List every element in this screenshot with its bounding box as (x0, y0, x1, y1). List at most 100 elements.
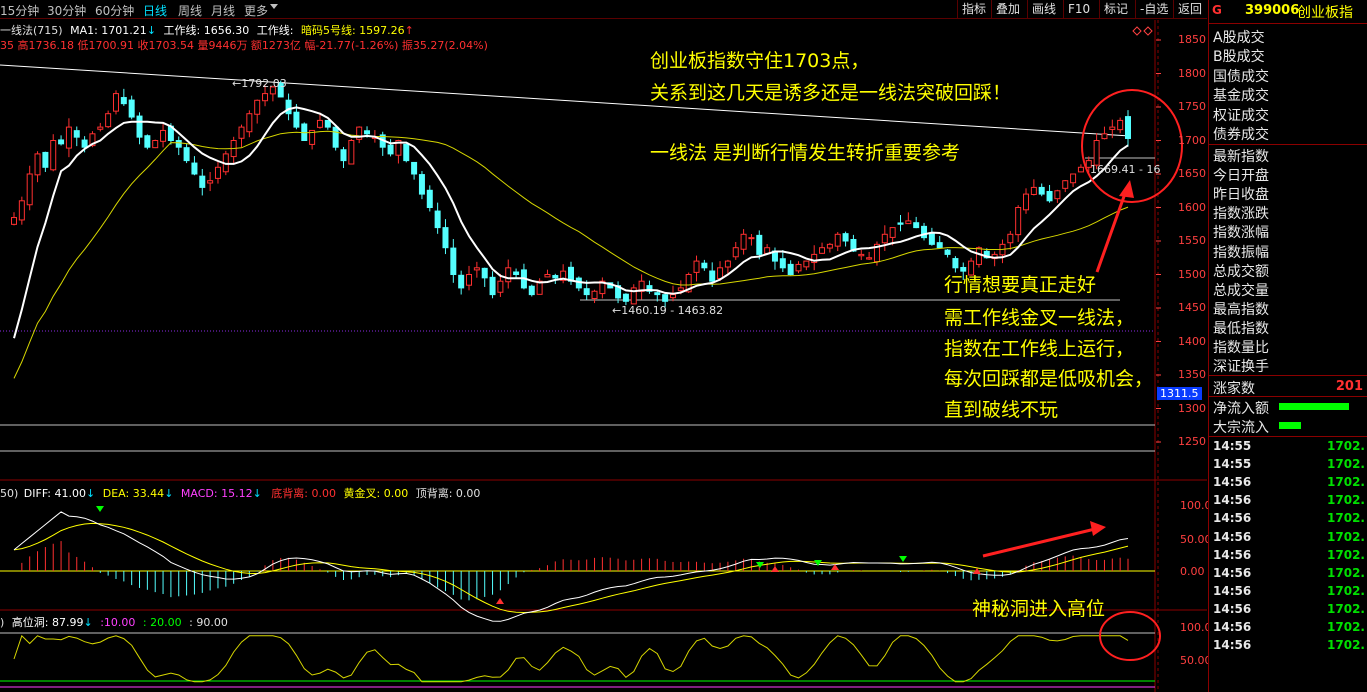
candle-body (105, 113, 112, 128)
candle-body (316, 119, 323, 128)
arrow-down-icon (96, 506, 104, 512)
candle-body (418, 174, 425, 195)
macd-tick-label: 0.00 (1180, 565, 1205, 578)
rise-count-label: 涨家数 (1213, 381, 1255, 397)
price-tick-label: 1450 (1178, 301, 1206, 314)
tick-price: 1702. (1327, 547, 1365, 562)
tick-price: 1702. (1327, 457, 1365, 472)
candle-body (50, 140, 57, 171)
volume-item[interactable]: 基金成交 (1213, 85, 1269, 105)
candle-body (26, 173, 33, 206)
osc-line (13, 634, 1129, 683)
price-tick-label: 1350 (1178, 368, 1206, 381)
candle-body (889, 227, 896, 238)
candle-body (1070, 173, 1077, 184)
candle-body (740, 233, 747, 250)
candle-body (952, 258, 959, 269)
macd-header: 50) DIFF: 41.00↓ DEA: 33.44↓ MACD: 15.12… (0, 487, 481, 500)
tick-price: 1702. (1327, 565, 1365, 580)
tick-time: 14:56 (1213, 565, 1252, 580)
candle-body (1038, 186, 1045, 195)
net-inflow-bar (1279, 403, 1349, 410)
candle-body (120, 97, 127, 105)
candle-body (858, 253, 865, 257)
candle-body (324, 119, 331, 128)
pointer-arrow (982, 527, 1096, 558)
candle-body (701, 262, 708, 269)
candle-body (450, 247, 457, 275)
candle-body (928, 232, 935, 245)
tick-time: 14:56 (1213, 620, 1252, 634)
big-inflow-bar (1279, 422, 1301, 429)
candle-body (975, 247, 982, 265)
candle-body (128, 99, 135, 118)
tick-time: 14:56 (1213, 638, 1252, 653)
stat-item: 指数量比 (1213, 340, 1269, 356)
tick-price: 1702. (1327, 475, 1365, 490)
candle-body (207, 180, 214, 184)
candle-body (826, 243, 833, 249)
candle-body (505, 267, 512, 283)
candle-body (795, 263, 802, 272)
candle-body (513, 271, 520, 276)
candle-body (803, 260, 810, 268)
stat-item: 最新指数 (1213, 149, 1269, 165)
volume-item[interactable]: A股成交 (1213, 27, 1265, 47)
volume-item[interactable]: 国债成交 (1213, 66, 1269, 86)
arrow-down-icon (814, 560, 822, 566)
candle-body (936, 242, 943, 249)
candle-body (1117, 119, 1124, 131)
candle-body (97, 126, 104, 130)
candle-body (552, 275, 559, 279)
net-inflow-label: 净流入额 (1213, 401, 1269, 417)
candle-body (387, 144, 394, 155)
annotation-4: 行情想要真正走好 (944, 274, 1097, 296)
candle-body (238, 126, 245, 139)
candle-body (403, 143, 410, 162)
rise-count-value: 201 (1335, 379, 1363, 394)
candle-body (709, 270, 716, 282)
price-tick-label: 1650 (1178, 167, 1206, 180)
candle-body (779, 258, 786, 269)
candle-body (442, 227, 449, 249)
candle-body (112, 93, 119, 112)
index-code: 399006 (1245, 3, 1300, 18)
candle-body (834, 233, 841, 247)
price-tick-label: 1700 (1178, 133, 1206, 147)
stat-item: 最低指数 (1213, 320, 1269, 337)
osc-tick-label: 50.00 (1180, 654, 1212, 667)
arrow-head-icon (1090, 521, 1106, 536)
candle-body (1007, 233, 1014, 244)
candle-body (913, 222, 920, 229)
candle-body (65, 126, 72, 149)
price-tick-label: 1500 (1178, 267, 1206, 281)
annotation-5: 需工作线金叉一线法， (944, 307, 1135, 329)
stat-item: 昨日收盘 (1213, 187, 1269, 204)
candle-body (1077, 166, 1084, 173)
osc-header: ) 高位洞: 87.99↓ :10.00 : 20.00 : 90.00 (0, 616, 228, 629)
candle-body (528, 285, 535, 296)
candle-body (1109, 126, 1116, 130)
candle-body (622, 293, 629, 302)
price-tick-label: 1300 (1178, 401, 1206, 415)
arrow-up-icon (771, 566, 779, 572)
volume-item[interactable]: 权证成交 (1213, 105, 1269, 125)
candle-body (1046, 190, 1053, 202)
arrow-up-icon (496, 598, 504, 604)
tick-price: 1702. (1327, 511, 1365, 526)
candle-body (489, 276, 496, 296)
volume-item[interactable]: B股成交 (1213, 46, 1265, 66)
tick-price: 1702. (1327, 529, 1365, 544)
macd-tick-label: 50.00 (1180, 533, 1212, 546)
candle-body (458, 274, 465, 289)
volume-item[interactable]: 债券成交 (1213, 124, 1269, 144)
candle-body (411, 161, 418, 175)
candle-body (717, 267, 724, 279)
high-price-mark: ←1792.03 (232, 77, 287, 90)
stat-item: 指数振幅 (1213, 244, 1269, 261)
candle-body (905, 220, 912, 225)
stat-item: 今日开盘 (1213, 168, 1269, 185)
candle-body (1101, 133, 1108, 140)
candle-body (662, 294, 669, 302)
candle-body (481, 267, 488, 279)
